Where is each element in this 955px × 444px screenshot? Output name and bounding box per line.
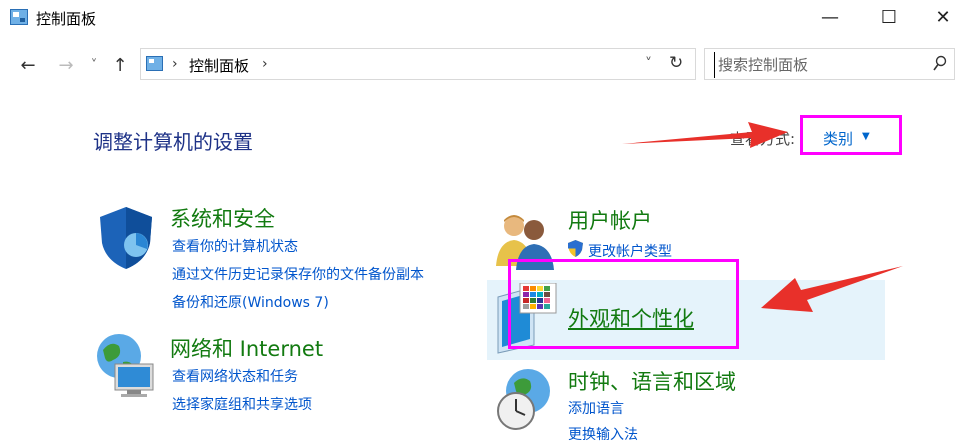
- maximize-button[interactable]: ☐: [866, 0, 912, 34]
- search-icon[interactable]: [932, 55, 948, 73]
- close-button[interactable]: ✕: [920, 0, 955, 34]
- page-title: 调整计算机的设置: [93, 130, 253, 154]
- control-panel-icon: [10, 9, 28, 25]
- breadcrumb-control-panel[interactable]: 控制面板: [189, 55, 249, 76]
- link-network-status[interactable]: 查看网络状态和任务: [172, 366, 298, 386]
- annotation-highlight-box: [800, 115, 902, 155]
- link-change-input-method[interactable]: 更换输入法: [568, 424, 638, 444]
- breadcrumb-separator[interactable]: ›: [172, 56, 178, 72]
- link-add-language[interactable]: 添加语言: [568, 398, 624, 418]
- category-system-security[interactable]: 系统和安全: [170, 203, 275, 233]
- link-file-history-backup[interactable]: 通过文件历史记录保存你的文件备份副本: [172, 264, 424, 284]
- refresh-button[interactable]: ↻: [669, 53, 683, 73]
- up-button[interactable]: ↑: [108, 50, 132, 80]
- annotation-highlight-box: [508, 259, 739, 349]
- clock-globe-icon: [497, 369, 550, 430]
- annotation-arrow: [622, 122, 788, 148]
- network-globe-icon: [97, 334, 154, 397]
- forward-button[interactable]: →: [54, 50, 78, 80]
- control-panel-icon: [146, 56, 163, 71]
- link-backup-restore[interactable]: 备份和还原(Windows 7): [172, 292, 329, 312]
- link-homegroup-sharing[interactable]: 选择家庭组和共享选项: [172, 394, 312, 414]
- shield-icon: [100, 207, 152, 269]
- link-change-account-type[interactable]: 更改帐户类型: [588, 241, 672, 261]
- category-network-internet[interactable]: 网络和 Internet: [170, 333, 323, 363]
- address-dropdown-button[interactable]: ˅: [645, 56, 652, 72]
- search-input[interactable]: [714, 52, 920, 78]
- minimize-button[interactable]: —: [807, 0, 853, 34]
- category-user-accounts[interactable]: 用户帐户: [568, 205, 652, 235]
- annotation-arrow: [761, 266, 903, 312]
- category-clock-language-region[interactable]: 时钟、语言和区域: [568, 366, 736, 396]
- window-title: 控制面板: [36, 10, 97, 28]
- recent-locations-button[interactable]: ˅: [82, 50, 106, 80]
- back-button[interactable]: ←: [16, 50, 40, 80]
- link-view-computer-status[interactable]: 查看你的计算机状态: [172, 236, 298, 256]
- breadcrumb-separator[interactable]: ›: [262, 56, 268, 72]
- uac-shield-icon: [568, 240, 583, 257]
